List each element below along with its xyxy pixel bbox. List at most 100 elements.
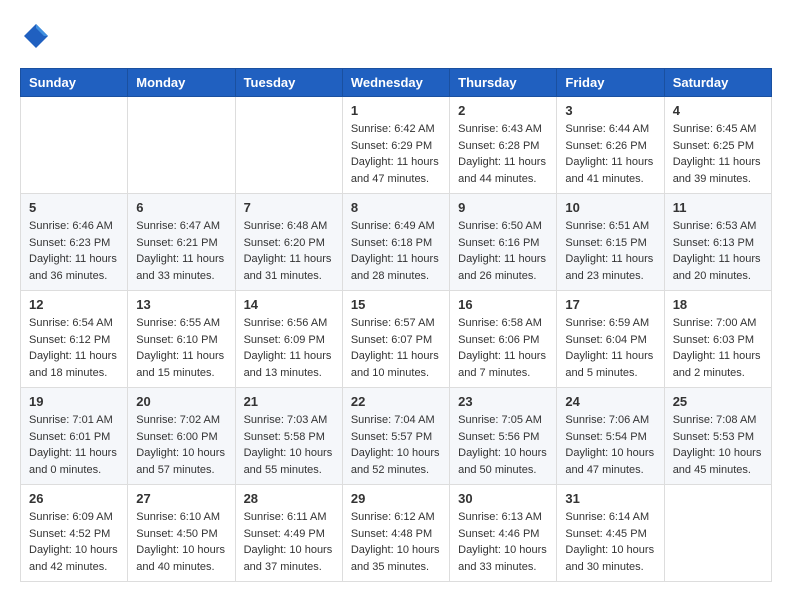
day-info: Sunrise: 6:43 AMSunset: 6:28 PMDaylight:… bbox=[458, 121, 548, 187]
calendar-cell: 11 Sunrise: 6:53 AMSunset: 6:13 PMDayligh… bbox=[664, 194, 771, 291]
calendar-cell: 18Sunrise: 7:00 AMSunset: 6:03 PMDayligh… bbox=[664, 291, 771, 388]
calendar-cell: 1 Sunrise: 6:42 AMSunset: 6:29 PMDaylight… bbox=[342, 97, 449, 194]
calendar-cell: 15 Sunrise: 6:57 AMSunset: 6:07 PMDayligh… bbox=[342, 291, 449, 388]
calendar-cell: 28Sunrise: 6:11 AMSunset: 4:49 PMDayligh… bbox=[235, 485, 342, 582]
page-header bbox=[20, 20, 772, 52]
calendar-cell: 14 Sunrise: 6:56 AMSunset: 6:09 PMDayligh… bbox=[235, 291, 342, 388]
day-info: Sunrise: 7:08 AMSunset: 5:53 PMDaylight:… bbox=[673, 412, 763, 478]
calendar-cell: 7 Sunrise: 6:48 AMSunset: 6:20 PMDaylight… bbox=[235, 194, 342, 291]
weekday-header-wednesday: Wednesday bbox=[342, 69, 449, 97]
calendar-cell: 5 Sunrise: 6:46 AMSunset: 6:23 PMDaylight… bbox=[21, 194, 128, 291]
day-info: Sunrise: 6:59 AMSunset: 6:04 PMDaylight:… bbox=[565, 315, 655, 381]
day-number: 16 bbox=[458, 297, 548, 312]
day-info: Sunrise: 6:54 AMSunset: 6:12 PMDaylight:… bbox=[29, 315, 119, 381]
calendar-cell: 22 Sunrise: 7:04 AMSunset: 5:57 PMDayligh… bbox=[342, 388, 449, 485]
calendar-cell: 23 Sunrise: 7:05 AMSunset: 5:56 PMDayligh… bbox=[450, 388, 557, 485]
day-info: Sunrise: 6:10 AMSunset: 4:50 PMDaylight:… bbox=[136, 509, 226, 575]
day-info: Sunrise: 6:09 AMSunset: 4:52 PMDaylight:… bbox=[29, 509, 119, 575]
calendar-cell: 13 Sunrise: 6:55 AMSunset: 6:10 PMDayligh… bbox=[128, 291, 235, 388]
calendar-cell: 30 Sunrise: 6:13 AMSunset: 4:46 PMDayligh… bbox=[450, 485, 557, 582]
day-info: Sunrise: 6:42 AMSunset: 6:29 PMDaylight:… bbox=[351, 121, 441, 187]
calendar-cell: 27 Sunrise: 6:10 AMSunset: 4:50 PMDayligh… bbox=[128, 485, 235, 582]
day-info: Sunrise: 6:57 AMSunset: 6:07 PMDaylight:… bbox=[351, 315, 441, 381]
day-info: Sunrise: 6:48 AMSunset: 6:20 PMDaylight:… bbox=[244, 218, 334, 284]
calendar-cell: 9Sunrise: 6:50 AMSunset: 6:16 PMDaylight… bbox=[450, 194, 557, 291]
day-number: 24 bbox=[565, 394, 655, 409]
calendar-table: SundayMondayTuesdayWednesdayThursdayFrid… bbox=[20, 68, 772, 582]
day-info: Sunrise: 7:00 AMSunset: 6:03 PMDaylight:… bbox=[673, 315, 763, 381]
day-number: 26 bbox=[29, 491, 119, 506]
day-number: 17 bbox=[565, 297, 655, 312]
weekday-header-friday: Friday bbox=[557, 69, 664, 97]
calendar-cell: 4 Sunrise: 6:45 AMSunset: 6:25 PMDaylight… bbox=[664, 97, 771, 194]
logo bbox=[20, 20, 58, 52]
weekday-header-sunday: Sunday bbox=[21, 69, 128, 97]
calendar-cell: 2 Sunrise: 6:43 AMSunset: 6:28 PMDaylight… bbox=[450, 97, 557, 194]
day-number: 28 bbox=[244, 491, 334, 506]
calendar-cell: 10 Sunrise: 6:51 AMSunset: 6:15 PMDayligh… bbox=[557, 194, 664, 291]
day-info: Sunrise: 7:06 AMSunset: 5:54 PMDaylight:… bbox=[565, 412, 655, 478]
day-info: Sunrise: 6:44 AMSunset: 6:26 PMDaylight:… bbox=[565, 121, 655, 187]
weekday-header-tuesday: Tuesday bbox=[235, 69, 342, 97]
day-number: 8 bbox=[351, 200, 441, 215]
day-number: 22 bbox=[351, 394, 441, 409]
calendar-cell: 26 Sunrise: 6:09 AMSunset: 4:52 PMDayligh… bbox=[21, 485, 128, 582]
calendar-week-row: 5 Sunrise: 6:46 AMSunset: 6:23 PMDaylight… bbox=[21, 194, 772, 291]
day-number: 21 bbox=[244, 394, 334, 409]
calendar-header-row: SundayMondayTuesdayWednesdayThursdayFrid… bbox=[21, 69, 772, 97]
day-number: 12 bbox=[29, 297, 119, 312]
day-number: 15 bbox=[351, 297, 441, 312]
calendar-cell: 24 Sunrise: 7:06 AMSunset: 5:54 PMDayligh… bbox=[557, 388, 664, 485]
day-number: 7 bbox=[244, 200, 334, 215]
day-number: 1 bbox=[351, 103, 441, 118]
calendar-week-row: 19Sunrise: 7:01 AMSunset: 6:01 PMDayligh… bbox=[21, 388, 772, 485]
day-info: Sunrise: 6:49 AMSunset: 6:18 PMDaylight:… bbox=[351, 218, 441, 284]
calendar-cell: 12 Sunrise: 6:54 AMSunset: 6:12 PMDayligh… bbox=[21, 291, 128, 388]
calendar-cell: 17 Sunrise: 6:59 AMSunset: 6:04 PMDayligh… bbox=[557, 291, 664, 388]
day-info: Sunrise: 6:46 AMSunset: 6:23 PMDaylight:… bbox=[29, 218, 119, 284]
day-info: Sunrise: 6:55 AMSunset: 6:10 PMDaylight:… bbox=[136, 315, 226, 381]
calendar-week-row: 1 Sunrise: 6:42 AMSunset: 6:29 PMDaylight… bbox=[21, 97, 772, 194]
calendar-cell: 20 Sunrise: 7:02 AMSunset: 6:00 PMDayligh… bbox=[128, 388, 235, 485]
day-number: 23 bbox=[458, 394, 548, 409]
calendar-cell bbox=[128, 97, 235, 194]
day-number: 14 bbox=[244, 297, 334, 312]
logo-icon bbox=[20, 20, 52, 52]
day-number: 2 bbox=[458, 103, 548, 118]
day-number: 4 bbox=[673, 103, 763, 118]
calendar-cell: 19Sunrise: 7:01 AMSunset: 6:01 PMDayligh… bbox=[21, 388, 128, 485]
weekday-header-saturday: Saturday bbox=[664, 69, 771, 97]
day-info: Sunrise: 6:58 AMSunset: 6:06 PMDaylight:… bbox=[458, 315, 548, 381]
day-number: 6 bbox=[136, 200, 226, 215]
day-number: 25 bbox=[673, 394, 763, 409]
weekday-header-monday: Monday bbox=[128, 69, 235, 97]
calendar-cell: 21Sunrise: 7:03 AMSunset: 5:58 PMDayligh… bbox=[235, 388, 342, 485]
day-info: Sunrise: 6:51 AMSunset: 6:15 PMDaylight:… bbox=[565, 218, 655, 284]
day-number: 30 bbox=[458, 491, 548, 506]
day-info: Sunrise: 6:13 AMSunset: 4:46 PMDaylight:… bbox=[458, 509, 548, 575]
calendar-week-row: 26 Sunrise: 6:09 AMSunset: 4:52 PMDayligh… bbox=[21, 485, 772, 582]
calendar-cell bbox=[21, 97, 128, 194]
day-number: 20 bbox=[136, 394, 226, 409]
calendar-cell: 25 Sunrise: 7:08 AMSunset: 5:53 PMDayligh… bbox=[664, 388, 771, 485]
day-info: Sunrise: 6:12 AMSunset: 4:48 PMDaylight:… bbox=[351, 509, 441, 575]
day-info: Sunrise: 7:04 AMSunset: 5:57 PMDaylight:… bbox=[351, 412, 441, 478]
day-info: Sunrise: 6:47 AMSunset: 6:21 PMDaylight:… bbox=[136, 218, 226, 284]
day-number: 10 bbox=[565, 200, 655, 215]
day-number: 5 bbox=[29, 200, 119, 215]
day-number: 27 bbox=[136, 491, 226, 506]
day-info: Sunrise: 7:05 AMSunset: 5:56 PMDaylight:… bbox=[458, 412, 548, 478]
day-info: Sunrise: 6:53 AMSunset: 6:13 PMDaylight:… bbox=[673, 218, 763, 284]
day-number: 13 bbox=[136, 297, 226, 312]
day-info: Sunrise: 6:56 AMSunset: 6:09 PMDaylight:… bbox=[244, 315, 334, 381]
day-number: 11 bbox=[673, 200, 763, 215]
calendar-cell bbox=[235, 97, 342, 194]
day-number: 29 bbox=[351, 491, 441, 506]
day-info: Sunrise: 7:02 AMSunset: 6:00 PMDaylight:… bbox=[136, 412, 226, 478]
day-info: Sunrise: 6:14 AMSunset: 4:45 PMDaylight:… bbox=[565, 509, 655, 575]
day-info: Sunrise: 6:45 AMSunset: 6:25 PMDaylight:… bbox=[673, 121, 763, 187]
calendar-week-row: 12 Sunrise: 6:54 AMSunset: 6:12 PMDayligh… bbox=[21, 291, 772, 388]
weekday-header-thursday: Thursday bbox=[450, 69, 557, 97]
day-number: 19 bbox=[29, 394, 119, 409]
calendar-cell: 8 Sunrise: 6:49 AMSunset: 6:18 PMDaylight… bbox=[342, 194, 449, 291]
